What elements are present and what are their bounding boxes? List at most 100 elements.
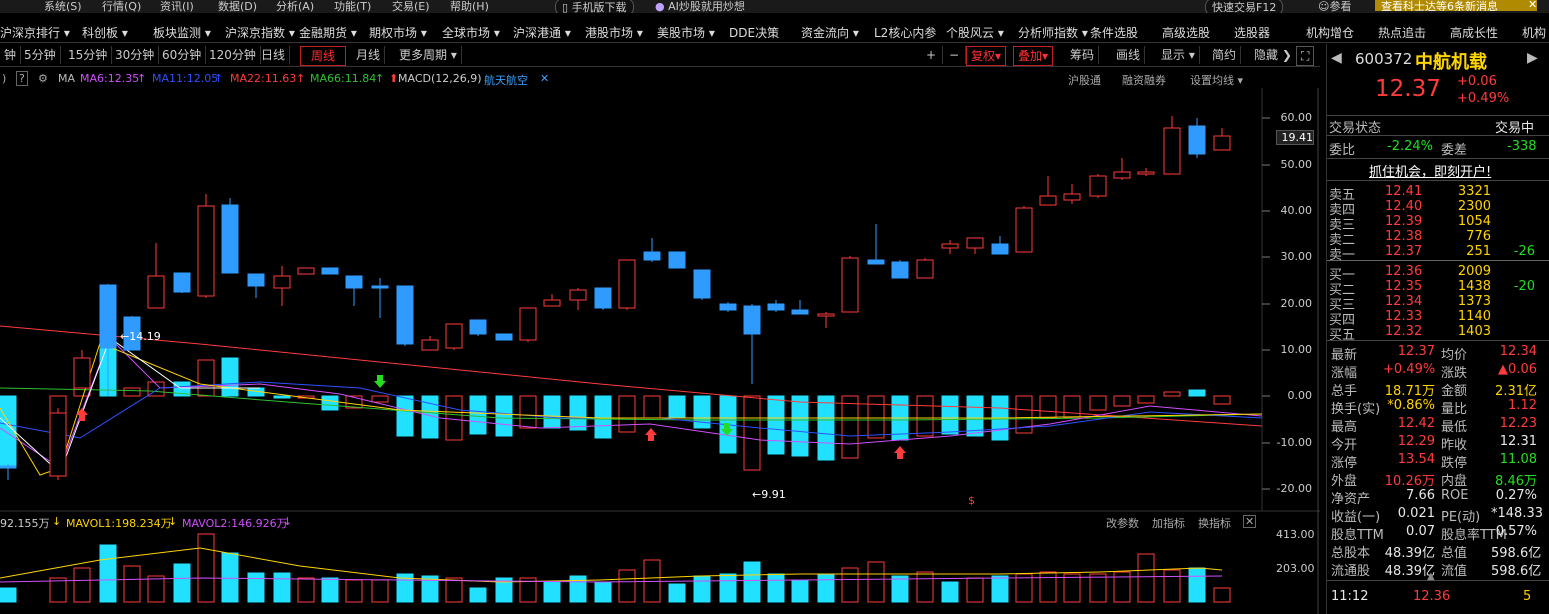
settings-icon[interactable]: ⚙: [38, 72, 48, 85]
nav-item[interactable]: 沪深港通 ▾: [513, 24, 571, 41]
bid-row[interactable]: 买三 12.34 1373: [1327, 294, 1537, 313]
nav-item[interactable]: 全球市场 ▾: [442, 24, 500, 41]
stat-value: 0.57%: [1495, 524, 1537, 539]
close-icon[interactable]: ✕: [540, 72, 549, 85]
overlay-button[interactable]: 叠加▾: [1013, 46, 1054, 66]
ask-row[interactable]: 卖四 12.40 2300: [1327, 199, 1537, 218]
event-marker[interactable]: $: [968, 494, 975, 507]
nav-item[interactable]: 沪深京指数 ▾: [225, 24, 295, 41]
nav-item[interactable]: 热点追击: [1378, 24, 1426, 41]
fullscreen-icon[interactable]: ⛶: [1296, 46, 1315, 66]
nav-item[interactable]: 高成长性: [1450, 24, 1498, 41]
menu-help[interactable]: 帮助(H): [450, 0, 489, 13]
bid-row[interactable]: 买五 12.32 1403: [1327, 324, 1537, 343]
mobile-download-button[interactable]: ▯ 手机版下载: [555, 0, 634, 13]
nav-item[interactable]: 期权市场 ▾: [369, 24, 427, 41]
bid-row[interactable]: 买二 12.35 1438 -20: [1327, 279, 1537, 298]
nav-item[interactable]: 条件选股: [1090, 24, 1138, 41]
menu-function[interactable]: 功能(T): [334, 0, 371, 13]
switch-indicator-link[interactable]: 换指标: [1198, 515, 1231, 531]
edit-params-link[interactable]: 改参数: [1106, 515, 1139, 531]
bid-row[interactable]: 买四 12.33 1140: [1327, 309, 1537, 328]
candle-body: [421, 339, 439, 351]
nav-item[interactable]: L2核心内参: [874, 24, 936, 41]
nav-item[interactable]: 高级选股: [1162, 24, 1210, 41]
hk-connect-link[interactable]: 沪股通: [1068, 72, 1101, 88]
ask-row[interactable]: 卖二 12.38 776: [1327, 229, 1537, 248]
concept-tag[interactable]: 航天航空: [484, 72, 528, 88]
stat-value: *0.86%: [1387, 398, 1435, 413]
user-button[interactable]: ☺参看: [1318, 0, 1351, 13]
period-button[interactable]: 钟: [0, 46, 22, 64]
period-button-more[interactable]: 更多周期 ▾: [395, 46, 462, 64]
ask-row[interactable]: 卖三 12.39 1054: [1327, 214, 1537, 233]
kline-chart[interactable]: [0, 88, 1320, 614]
ask-row[interactable]: 卖五 12.41 3321: [1327, 184, 1537, 203]
menu-analysis[interactable]: 分析(A): [276, 0, 314, 13]
period-button[interactable]: 5分钟: [20, 46, 61, 64]
add-indicator-link[interactable]: 加指标: [1152, 515, 1185, 531]
period-button[interactable]: 15分钟: [64, 46, 113, 64]
expand-icon[interactable]: ▲: [1427, 571, 1435, 582]
open-account-promo[interactable]: 抓住机会，即刻开户!: [1369, 161, 1491, 180]
axis-tick: 0.00: [1287, 389, 1313, 402]
ask-row[interactable]: 卖一 12.37 251 -26: [1327, 244, 1537, 263]
nav-item[interactable]: 个股风云 ▾: [946, 24, 1004, 41]
stat-value: 12.37: [1397, 344, 1435, 359]
candle-body: [396, 285, 414, 345]
candle-body: [173, 272, 191, 293]
nav-item[interactable]: DDE决策: [729, 24, 779, 41]
bid-change: -20: [1513, 279, 1535, 294]
macd-bar: [916, 395, 934, 437]
volume-bar: [1039, 571, 1057, 603]
news-ticker[interactable]: 查看科士达等6条新消息: [1375, 0, 1537, 11]
nav-item[interactable]: 分析师指数 ▾: [1018, 24, 1088, 41]
nav-item[interactable]: 港股市场 ▾: [585, 24, 643, 41]
menu-system[interactable]: 系统(S): [44, 0, 82, 13]
volume-bar: [469, 587, 487, 603]
nav-item[interactable]: 机构: [1522, 24, 1546, 41]
nav-item[interactable]: 科创板 ▾: [82, 24, 128, 41]
menu-trade[interactable]: 交易(E): [392, 0, 430, 13]
period-button[interactable]: 日线: [257, 46, 291, 64]
help-icon[interactable]: ?: [16, 71, 28, 86]
bid-row[interactable]: 买一 12.36 2009: [1327, 264, 1537, 283]
menu-info[interactable]: 资讯(I): [160, 0, 194, 13]
margin-link[interactable]: 融资融券: [1122, 72, 1166, 88]
hide-button[interactable]: 隐藏 ❯: [1250, 46, 1297, 64]
chips-button[interactable]: 筹码: [1066, 46, 1100, 64]
ma-settings-link[interactable]: 设置均线 ▾: [1190, 72, 1243, 88]
draw-button[interactable]: 画线: [1112, 46, 1146, 64]
close-icon[interactable]: ✕: [1528, 0, 1537, 11]
nav-item[interactable]: 资金流向 ▾: [801, 24, 859, 41]
display-button[interactable]: 显示 ▾: [1157, 46, 1200, 64]
period-button[interactable]: 月线: [352, 46, 386, 64]
prev-stock-icon[interactable]: ◀: [1331, 50, 1342, 66]
stat-value: *148.33: [1491, 506, 1543, 521]
collapse-icon[interactable]: ): [2, 72, 6, 85]
close-icon[interactable]: ✕: [1243, 515, 1257, 528]
quick-trade-button[interactable]: 快速交易F12: [1205, 0, 1284, 13]
macd-bar: [371, 395, 389, 403]
period-button[interactable]: 60分钟: [158, 46, 207, 64]
nav-item[interactable]: 板块监测 ▾: [153, 24, 211, 41]
period-button-active[interactable]: 周线: [300, 46, 346, 66]
nav-item[interactable]: 美股市场 ▾: [657, 24, 715, 41]
adjust-button[interactable]: 复权▾: [966, 46, 1007, 66]
nav-item[interactable]: 机构增仓: [1306, 24, 1354, 41]
ma66-value: MA66:11.84: [310, 72, 377, 85]
candle-body: [543, 299, 561, 307]
nav-item[interactable]: 金融期货 ▾: [299, 24, 357, 41]
menu-data[interactable]: 数据(D): [218, 0, 257, 13]
menu-quote[interactable]: 行情(Q): [102, 0, 141, 13]
volume-bar: [247, 572, 265, 603]
period-button[interactable]: 120分钟: [205, 46, 261, 64]
nav-item[interactable]: 选股器: [1234, 24, 1270, 41]
nav-item[interactable]: 沪深京排行 ▾: [0, 24, 70, 41]
next-stock-icon[interactable]: ▶: [1527, 50, 1538, 66]
period-button[interactable]: 30分钟: [111, 46, 160, 64]
simple-button[interactable]: 简约: [1208, 46, 1242, 64]
ai-promo-link[interactable]: ● AI炒股就用炒想: [655, 0, 745, 13]
zoom-in-button[interactable]: +: [920, 46, 943, 64]
zoom-out-button[interactable]: −: [943, 46, 966, 64]
